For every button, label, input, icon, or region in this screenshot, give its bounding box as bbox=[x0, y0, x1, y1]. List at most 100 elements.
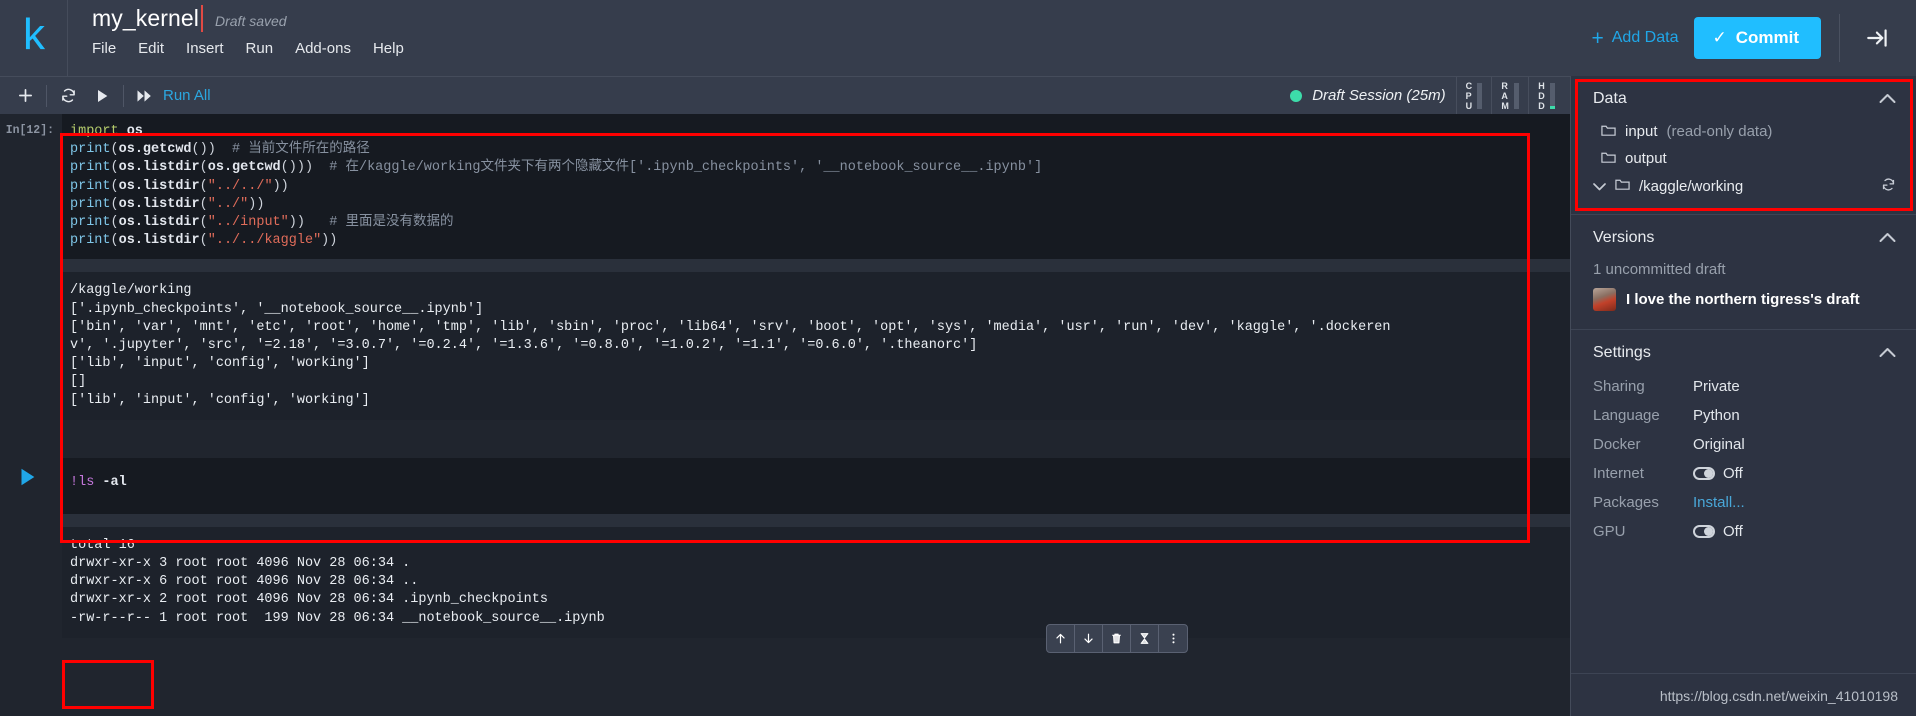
top-spacer bbox=[404, 0, 1592, 76]
menu-insert[interactable]: Insert bbox=[186, 40, 224, 57]
menu-run[interactable]: Run bbox=[246, 40, 274, 57]
move-cell-up-button[interactable] bbox=[1047, 625, 1075, 652]
cpu-meter-bar bbox=[1477, 82, 1483, 109]
setting-row-sharing[interactable]: Sharing Private bbox=[1571, 372, 1916, 401]
delete-cell-button[interactable] bbox=[1103, 625, 1131, 652]
add-data-label: Add Data bbox=[1611, 29, 1679, 46]
data-item-suffix: (read-only data) bbox=[1666, 123, 1773, 140]
cell-action-toolbar bbox=[1046, 624, 1188, 653]
setting-key: Internet bbox=[1593, 465, 1644, 482]
version-entry[interactable]: I love the northern tigress's draft bbox=[1571, 284, 1916, 315]
cell-body: !ls -al total 16 drwxr-xr-x 3 root root … bbox=[62, 457, 1570, 638]
cpu-meter-label: C P U bbox=[1465, 80, 1473, 111]
setting-value: Off bbox=[1723, 523, 1743, 540]
setting-row-internet[interactable]: Internet Off bbox=[1571, 459, 1916, 488]
setting-value[interactable]: Install... bbox=[1693, 494, 1745, 511]
cell-output-gap bbox=[62, 259, 1570, 273]
menu-addons[interactable]: Add-ons bbox=[295, 40, 351, 57]
run-cell-icon[interactable] bbox=[0, 464, 54, 495]
setting-row-gpu[interactable]: GPU Off bbox=[1571, 517, 1916, 546]
ram-meter-label: R A M bbox=[1501, 80, 1510, 111]
restart-session-button[interactable] bbox=[51, 81, 85, 111]
toggle-icon[interactable] bbox=[1693, 525, 1715, 538]
title-block: my_kernel Draft saved File Edit Insert R… bbox=[68, 0, 404, 76]
collapse-cell-button[interactable] bbox=[1131, 625, 1159, 652]
commit-label: Commit bbox=[1735, 28, 1799, 47]
run-cell-button[interactable] bbox=[85, 81, 119, 111]
setting-value: Private bbox=[1693, 378, 1740, 395]
refresh-icon[interactable] bbox=[1881, 177, 1896, 195]
run-all-button[interactable]: Run All bbox=[128, 87, 219, 104]
code-editor[interactable]: import os print(os.getcwd()) # 当前文件所在的路径 p… bbox=[62, 114, 1570, 260]
arrow-down-icon bbox=[1084, 633, 1093, 644]
setting-value: Off bbox=[1723, 465, 1743, 482]
hdd-meter-bar bbox=[1550, 82, 1555, 109]
move-cell-down-button[interactable] bbox=[1075, 625, 1103, 652]
menu-help[interactable]: Help bbox=[373, 40, 404, 57]
kebab-menu-icon bbox=[1171, 633, 1175, 644]
data-item-output[interactable]: output bbox=[1571, 145, 1916, 172]
play-icon bbox=[98, 89, 108, 102]
toolbar-divider-2 bbox=[123, 84, 124, 107]
notebook-cell: !ls -al total 16 drwxr-xr-x 3 root root … bbox=[0, 457, 1570, 638]
chevron-up-glyph bbox=[1879, 232, 1896, 242]
code-line: print(os.listdir(os.getcwd())) # 在/kaggl… bbox=[70, 160, 1043, 176]
plus-icon bbox=[18, 88, 32, 103]
notebook-title[interactable]: my_kernel bbox=[92, 5, 203, 32]
data-item-kaggle-working[interactable]: /kaggle/working bbox=[1571, 172, 1916, 200]
ram-meter[interactable]: R A M bbox=[1491, 76, 1528, 115]
setting-key: Docker bbox=[1593, 436, 1641, 453]
sidebar-footer: https://blog.csdn.net/weixin_41010198 bbox=[1571, 673, 1916, 716]
chevron-up-glyph bbox=[1879, 93, 1896, 103]
menu-edit[interactable]: Edit bbox=[138, 40, 164, 57]
cpu-meter[interactable]: C P U bbox=[1455, 76, 1492, 115]
add-cell-button[interactable] bbox=[8, 81, 42, 111]
data-section-header[interactable]: Data bbox=[1571, 76, 1916, 118]
data-item-label: input bbox=[1625, 123, 1658, 140]
code-line: print(os.getcwd()) # 当前文件所在的路径 bbox=[70, 142, 370, 158]
arrow-up-icon bbox=[1056, 633, 1065, 644]
k-logo-icon: k bbox=[23, 10, 45, 59]
setting-row-packages[interactable]: Packages Install... bbox=[1571, 488, 1916, 517]
settings-section-title: Settings bbox=[1593, 344, 1651, 361]
collapse-sidebar-button[interactable] bbox=[1840, 0, 1916, 76]
toggle-icon[interactable] bbox=[1693, 467, 1715, 480]
code-line: print(os.listdir("../")) bbox=[70, 196, 265, 212]
collapse-right-icon bbox=[1867, 29, 1887, 47]
chevron-down-icon[interactable] bbox=[1593, 178, 1606, 195]
data-item-input[interactable]: input (read-only data) bbox=[1571, 118, 1916, 145]
settings-section-header[interactable]: Settings bbox=[1571, 330, 1916, 372]
folder-glyph bbox=[1615, 179, 1630, 190]
setting-row-language[interactable]: Language Python bbox=[1571, 401, 1916, 430]
check-icon: ✓ bbox=[1712, 28, 1727, 47]
session-status[interactable]: Draft Session (25m) bbox=[1290, 87, 1455, 104]
right-sidebar: Data input (read-only data) output /kagg… bbox=[1570, 76, 1916, 716]
notebook-cells: In[12]: import os print(os.getcwd()) # 当前… bbox=[0, 114, 1570, 716]
kaggle-notebook-app: k my_kernel Draft saved File Edit Insert… bbox=[0, 0, 1916, 716]
kaggle-logo[interactable]: k bbox=[0, 0, 68, 76]
play-icon bbox=[21, 468, 35, 486]
setting-value-wrap: Off bbox=[1693, 523, 1743, 540]
versions-section-header[interactable]: Versions bbox=[1571, 215, 1916, 257]
cell-gutter[interactable] bbox=[0, 458, 62, 638]
hdd-meter[interactable]: H D D bbox=[1528, 76, 1564, 115]
code-line: print(os.listdir("../../kaggle")) bbox=[70, 233, 338, 249]
notebook-cell: In[12]: import os print(os.getcwd()) # 当前… bbox=[0, 114, 1570, 420]
data-section: Data input (read-only data) output /kagg… bbox=[1571, 76, 1916, 215]
more-options-button[interactable] bbox=[1159, 625, 1187, 652]
app-body: Run All Draft Session (25m) C P U R A M … bbox=[0, 76, 1916, 716]
code-editor[interactable]: !ls -al bbox=[62, 457, 1570, 514]
setting-key: Sharing bbox=[1593, 378, 1645, 395]
add-data-button[interactable]: + Add Data bbox=[1591, 28, 1678, 49]
top-actions: + Add Data ✓ Commit bbox=[1591, 0, 1839, 76]
code-line: import os bbox=[70, 124, 143, 139]
fast-forward-icon bbox=[137, 89, 151, 102]
resource-meters: C P U R A M H D D bbox=[1455, 76, 1564, 115]
setting-key: Packages bbox=[1593, 494, 1659, 511]
commit-button[interactable]: ✓ Commit bbox=[1694, 17, 1821, 59]
setting-value-wrap: Off bbox=[1693, 465, 1743, 482]
setting-row-docker[interactable]: Docker Original bbox=[1571, 430, 1916, 459]
menu-file[interactable]: File bbox=[92, 40, 116, 57]
data-item-label: output bbox=[1625, 150, 1667, 167]
annotation-box-cell2 bbox=[62, 660, 154, 709]
